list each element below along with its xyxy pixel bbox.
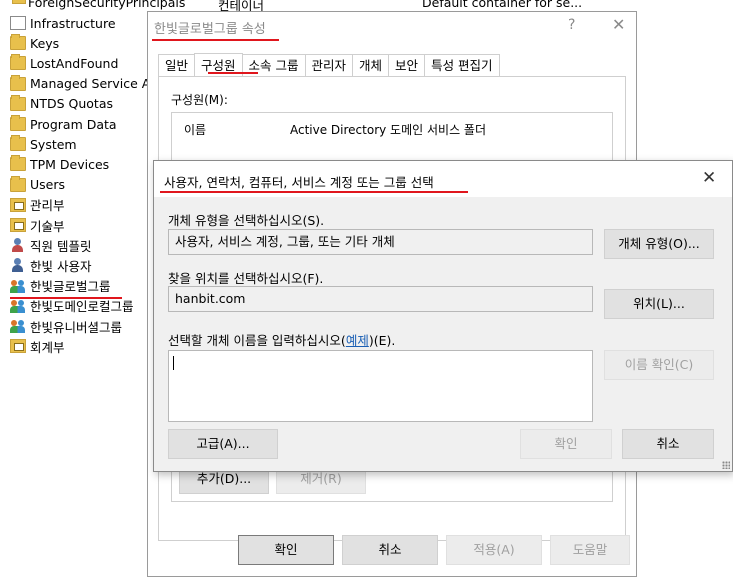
tree-item[interactable]: Program Data (10, 114, 117, 134)
object-type-field: 사용자, 서비스 계정, 그룹, 또는 기타 개체 (168, 229, 593, 255)
tree-item[interactable]: 기술부 (10, 215, 65, 235)
check-names-button[interactable]: 이름 확인(C) (604, 350, 714, 380)
enter-names-suffix: )(E). (368, 333, 396, 348)
examples-link[interactable]: 예제 (346, 333, 369, 348)
tree-item-label: 기술부 (30, 218, 65, 234)
tree-item[interactable]: 한빛 사용자 (10, 255, 91, 275)
text-caret (173, 356, 174, 370)
folder-icon (10, 115, 26, 131)
top-row-description: Default container for se... (422, 0, 583, 10)
annotation-underline (10, 297, 122, 299)
folder-icon (10, 74, 26, 91)
dialog-title: 사용자, 연락처, 컴퓨터, 서비스 계정 또는 그룹 선택 (164, 175, 434, 190)
folder-icon (10, 135, 26, 152)
tab-object[interactable]: 개체 (352, 54, 390, 76)
column-header-name[interactable]: 이름 (184, 121, 206, 138)
advanced-button[interactable]: 고급(A)... (168, 429, 278, 459)
location-label: 찾을 위치를 선택하십시오(F). (168, 271, 324, 286)
members-label: 구성원(M): (171, 93, 228, 107)
navigation-tree: Infrastructure Keys LostAndFound Managed Se… (0, 0, 160, 577)
tree-item[interactable]: 한빛유니버셜그룹 (10, 316, 122, 336)
tree-item-label: Users (30, 177, 66, 193)
tab-attribute-editor[interactable]: 특성 편집기 (424, 54, 500, 76)
tab-general[interactable]: 일반 (158, 54, 196, 76)
tree-item-label: Managed Service Ac (30, 76, 157, 92)
tab-security[interactable]: 보안 (388, 54, 426, 76)
tree-item-label: Infrastructure (30, 15, 116, 31)
tree-item[interactable]: System (10, 134, 77, 154)
tree-item-label: 한빛글로벌그룹 (30, 279, 111, 295)
help-icon[interactable]: ? (568, 17, 575, 33)
tree-item[interactable]: Keys (10, 33, 59, 53)
tree-item[interactable]: Users (10, 175, 65, 195)
enter-names-text: 선택할 개체 이름을 입력하십시오( (168, 333, 346, 348)
resize-grip[interactable] (722, 461, 730, 469)
group-icon (10, 319, 26, 333)
tree-item-label: NTDS Quotas (30, 96, 114, 112)
group-icon (10, 299, 26, 313)
close-icon[interactable]: ✕ (702, 168, 716, 188)
folder-icon (10, 155, 26, 172)
tree-item-label: Program Data (30, 116, 117, 132)
folder-icon (10, 175, 26, 192)
tree-item-label: System (30, 136, 77, 152)
annotation-underline (208, 72, 258, 74)
object-types-button[interactable]: 개체 유형(O)... (604, 229, 714, 259)
location-field: hanbit.com (168, 286, 593, 312)
enter-names-label: 선택할 개체 이름을 입력하십시오(예제)(E). (168, 330, 395, 349)
dialog-ok-button[interactable]: 확인 (520, 429, 612, 459)
tree-item-label: 회계부 (30, 339, 65, 355)
tree-item[interactable]: Infrastructure (10, 13, 116, 33)
annotation-underline (160, 191, 468, 193)
folder-icon (12, 0, 26, 4)
close-icon[interactable]: ✕ (612, 15, 625, 34)
cancel-button[interactable]: 취소 (342, 535, 438, 565)
object-type-label: 개체 유형을 선택하십시오(S). (168, 213, 325, 228)
tree-item[interactable]: 한빛글로벌그룹 (10, 276, 111, 296)
folder-icon (10, 94, 26, 111)
ou-icon (10, 197, 26, 212)
tree-item[interactable]: LostAndFound (10, 53, 118, 73)
user-icon (10, 258, 26, 273)
tree-item-label: TPM Devices (30, 156, 110, 172)
ou-icon (10, 339, 26, 354)
tree-item[interactable]: NTDS Quotas (10, 94, 113, 114)
tree-item[interactable]: Managed Service Ac (10, 74, 157, 94)
tree-item-label: 한빛유니버셜그룹 (30, 319, 123, 335)
tree-item[interactable]: 회계부 (10, 336, 65, 356)
folder-icon (10, 34, 26, 51)
tree-item-label: LostAndFound (30, 55, 119, 71)
dialog-cancel-button[interactable]: 취소 (622, 429, 714, 459)
tree-item[interactable]: 관리부 (10, 195, 65, 215)
annotation-underline (152, 39, 279, 41)
apply-button[interactable]: 적용(A) (446, 535, 542, 565)
window-title: 한빛글로벌그룹 속성 (154, 22, 266, 37)
locations-button[interactable]: 위치(L)... (604, 289, 714, 319)
top-row-name[interactable]: ForeignSecurityPrincipals (28, 0, 185, 10)
tree-item-label: 관리부 (30, 198, 65, 214)
tree-item-label: Keys (30, 35, 60, 51)
folder-icon (10, 54, 26, 71)
ou-icon (10, 218, 26, 232)
user-template-icon (10, 238, 26, 253)
ok-button[interactable]: 확인 (238, 535, 334, 565)
tree-item[interactable]: TPM Devices (10, 154, 109, 174)
object-names-input[interactable] (168, 350, 593, 422)
tab-managed-by[interactable]: 관리자 (304, 54, 354, 76)
select-objects-dialog: 사용자, 연락처, 컴퓨터, 서비스 계정 또는 그룹 선택 ✕ 개체 유형을 … (153, 160, 733, 472)
tree-item[interactable]: 직원 템플릿 (10, 235, 91, 255)
column-header-folder[interactable]: Active Directory 도메인 서비스 폴더 (290, 121, 486, 138)
tree-item-label: 직원 템플릿 (30, 238, 92, 254)
document-icon (10, 16, 26, 30)
group-icon (10, 279, 26, 293)
tree-item-label: 한빛 사용자 (30, 258, 92, 274)
tree-item-label: 한빛도메인로컬그룹 (30, 299, 134, 315)
help-button[interactable]: 도움말 (550, 535, 630, 565)
